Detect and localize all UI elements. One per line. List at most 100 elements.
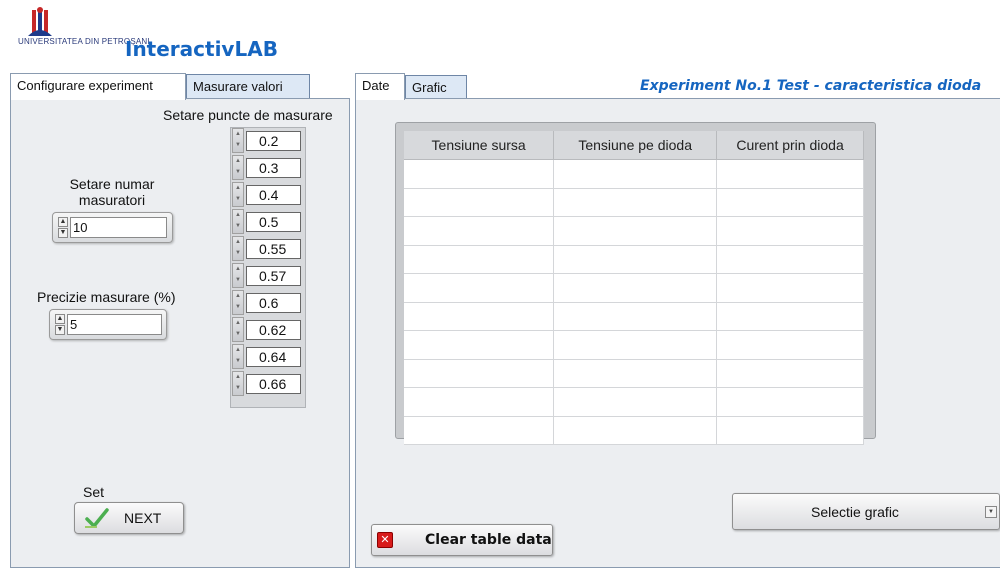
table-cell[interactable] — [404, 302, 555, 331]
num-measurements-label-line2: masuratori — [78, 192, 146, 208]
table-cell[interactable] — [404, 387, 555, 417]
table-row — [404, 273, 864, 303]
table-cell[interactable] — [716, 302, 864, 331]
table-body — [404, 159, 864, 445]
setpoint-row: ▲ ▼ 0.4 — [232, 181, 302, 208]
table-cell[interactable] — [716, 387, 864, 417]
precision-label: Precizie masurare (%) — [37, 289, 176, 305]
table-row — [404, 330, 864, 360]
table-cell[interactable] — [553, 216, 718, 246]
table-cell[interactable] — [553, 302, 718, 331]
setpoint-row: ▲ ▼ 0.62 — [232, 316, 302, 343]
setpoint-input[interactable]: 0.62 — [246, 320, 301, 340]
tab-label: Configurare experiment — [17, 78, 153, 93]
select-chart-label: Selectie grafic — [811, 504, 899, 520]
table-cell[interactable] — [404, 188, 555, 217]
setpoint-row: ▲ ▼ 0.6 — [232, 289, 302, 316]
setpoint-row: ▲ ▼ 0.57 — [232, 262, 302, 289]
precision-input[interactable]: 5 — [67, 314, 162, 335]
setpoint-spinner[interactable]: ▲ ▼ — [232, 155, 244, 180]
setpoint-spinner[interactable]: ▲ ▼ — [232, 128, 244, 153]
tab-label: Grafic — [412, 80, 447, 95]
table-row — [404, 188, 864, 217]
table-row — [404, 302, 864, 331]
table-cell[interactable] — [716, 159, 864, 189]
setpoint-input[interactable]: 0.57 — [246, 266, 301, 286]
setpoint-row: ▲ ▼ 0.64 — [232, 343, 302, 370]
setpoint-input[interactable]: 0.66 — [246, 374, 301, 394]
table-row — [404, 416, 864, 445]
table-cell[interactable] — [404, 359, 555, 388]
table-cell[interactable] — [716, 188, 864, 217]
setpoint-input[interactable]: 0.4 — [246, 185, 301, 205]
num-measurements-input[interactable]: 10 — [70, 217, 167, 238]
chevron-down-icon[interactable]: ▼ — [985, 506, 997, 518]
setpoint-input[interactable]: 0.55 — [246, 239, 301, 259]
table-cell[interactable] — [553, 387, 718, 417]
table-cell[interactable] — [716, 330, 864, 360]
setpoint-spinner[interactable]: ▲ ▼ — [232, 236, 244, 261]
set-label: Set — [83, 484, 105, 500]
setpoint-spinner[interactable]: ▲ ▼ — [232, 317, 244, 342]
tab-grafic[interactable]: Grafic — [405, 75, 467, 100]
table-cell[interactable] — [553, 188, 718, 217]
setpoint-input[interactable]: 0.5 — [246, 212, 301, 232]
table-cell[interactable] — [553, 159, 718, 189]
clear-table-label: Clear table data — [425, 532, 552, 548]
app-title: InteractivLAB — [125, 37, 278, 61]
setpoint-input[interactable]: 0.6 — [246, 293, 301, 313]
table-cell[interactable] — [716, 245, 864, 274]
experiment-title: Experiment No.1 Test - caracteristica di… — [640, 78, 982, 94]
tab-date[interactable]: Date — [355, 73, 405, 100]
num-measurements-spinner[interactable]: ▲ ▼ — [58, 217, 68, 238]
increment-arrow-icon[interactable]: ▲ — [55, 314, 65, 324]
setpoint-spinner[interactable]: ▲ ▼ — [232, 371, 244, 396]
setpoint-spinner[interactable]: ▲ ▼ — [232, 344, 244, 369]
table-cell[interactable] — [716, 359, 864, 388]
setpoint-row: ▲ ▼ 0.55 — [232, 235, 302, 262]
table-cell[interactable] — [404, 330, 555, 360]
tab-configurare-experiment[interactable]: Configurare experiment — [10, 73, 186, 100]
num-measurements-label-line1: Setare numar — [69, 176, 155, 192]
next-button[interactable]: NEXT — [74, 502, 184, 534]
setpoint-input[interactable]: 0.3 — [246, 158, 301, 178]
table-cell[interactable] — [553, 330, 718, 360]
next-button-label: NEXT — [124, 510, 162, 526]
close-icon: ✕ — [377, 532, 393, 548]
table-cell[interactable] — [716, 416, 864, 445]
setpoints-array: ▲ ▼ 0.2 ▲ ▼ 0.3 ▲ ▼ 0.4 ▲ ▼ 0.5 ▲ ▼ 0.55 ▲ ▼ 0.57 ▲ ▼ 0.6 ▲ ▼ 0… — [232, 127, 302, 397]
table-cell[interactable] — [404, 216, 555, 246]
increment-arrow-icon[interactable]: ▲ — [58, 217, 68, 227]
table-row — [404, 387, 864, 417]
setpoint-spinner[interactable]: ▲ ▼ — [232, 182, 244, 207]
table-cell[interactable] — [553, 245, 718, 274]
num-measurements-control: ▲ ▼ 10 — [52, 212, 173, 243]
table-cell[interactable] — [553, 416, 718, 445]
setpoint-spinner[interactable]: ▲ ▼ — [232, 290, 244, 315]
setpoint-input[interactable]: 0.64 — [246, 347, 301, 367]
table-row — [404, 159, 864, 189]
tab-masurare-valori[interactable]: Masurare valori — [186, 74, 310, 99]
table-cell[interactable] — [404, 245, 555, 274]
precision-control: ▲ ▼ 5 — [49, 309, 167, 340]
setpoint-spinner[interactable]: ▲ ▼ — [232, 263, 244, 288]
clear-table-button[interactable]: ✕ Clear table data — [371, 524, 553, 556]
table-row — [404, 359, 864, 388]
precision-spinner[interactable]: ▲ ▼ — [55, 314, 65, 335]
table-cell[interactable] — [404, 273, 555, 303]
setpoint-row: ▲ ▼ 0.66 — [232, 370, 302, 397]
decrement-arrow-icon[interactable]: ▼ — [55, 325, 65, 335]
setpoint-row: ▲ ▼ 0.2 — [232, 127, 302, 154]
table-cell[interactable] — [553, 359, 718, 388]
table-cell[interactable] — [404, 416, 555, 445]
setpoint-spinner[interactable]: ▲ ▼ — [232, 209, 244, 234]
tab-label: Date — [362, 78, 390, 93]
table-cell[interactable] — [716, 216, 864, 246]
select-chart-dropdown[interactable]: Selectie grafic ▼ — [732, 493, 1000, 530]
table-cell[interactable] — [716, 273, 864, 303]
tab-label: Masurare valori — [193, 79, 283, 94]
table-cell[interactable] — [553, 273, 718, 303]
table-cell[interactable] — [404, 159, 555, 189]
decrement-arrow-icon[interactable]: ▼ — [58, 228, 68, 238]
setpoint-input[interactable]: 0.2 — [246, 131, 301, 151]
